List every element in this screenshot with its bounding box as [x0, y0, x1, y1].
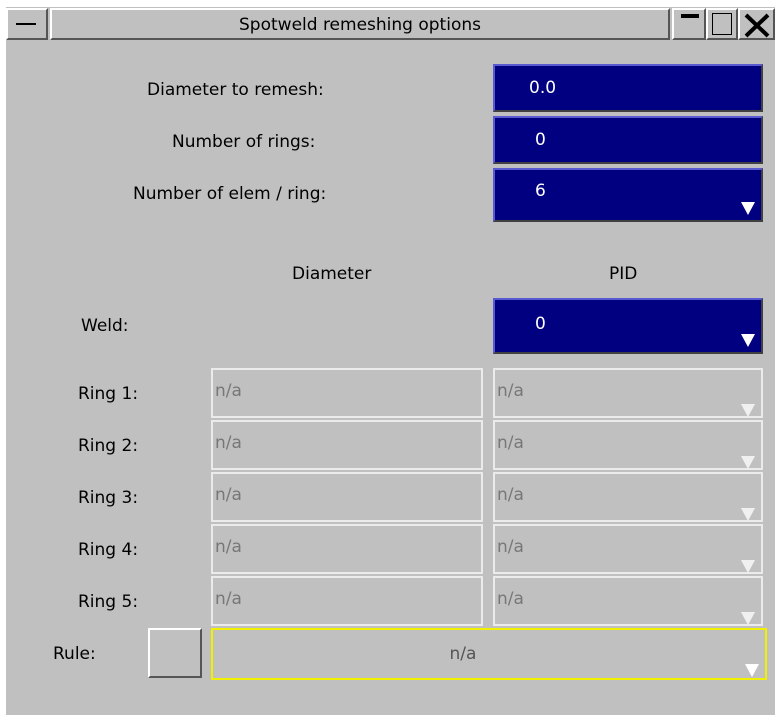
diameter-column-header: Diameter [292, 264, 372, 284]
ring-1-label: Ring 1: [78, 384, 139, 404]
weld-pid-dropdown[interactable]: 0 [493, 298, 763, 354]
ring-3-pid-dropdown[interactable]: n/a [493, 472, 763, 522]
ring-5-diameter-value: n/a [215, 589, 242, 609]
diameter-to-remesh-field[interactable]: 0.0 [493, 64, 763, 112]
ring-2-diameter-value: n/a [215, 433, 242, 453]
dropdown-arrow-icon [741, 404, 755, 417]
dropdown-arrow-icon [741, 334, 755, 347]
window-menu-icon[interactable] [6, 8, 48, 40]
ring-2-pid-dropdown[interactable]: n/a [493, 420, 763, 470]
number-of-elem-per-ring-value: 6 [535, 181, 546, 201]
ring-4-diameter-field[interactable]: n/a [211, 524, 483, 574]
number-of-elem-per-ring-dropdown[interactable]: 6 [493, 168, 763, 222]
ring-5-pid-value: n/a [497, 589, 524, 609]
dropdown-arrow-icon [741, 508, 755, 521]
spotweld-remesh-window: Spotweld remeshing options Diameter to r… [6, 6, 775, 715]
ring-4-pid-dropdown[interactable]: n/a [493, 524, 763, 574]
ring-4-diameter-value: n/a [215, 537, 242, 557]
dropdown-arrow-icon [741, 612, 755, 625]
dropdown-arrow-icon [741, 560, 755, 573]
title-bar: Spotweld remeshing options [6, 6, 775, 42]
ring-2-diameter-field[interactable]: n/a [211, 420, 483, 470]
number-of-rings-value: 0 [535, 130, 546, 150]
diameter-to-remesh-value: 0.0 [529, 78, 557, 98]
ring-5-label: Ring 5: [78, 592, 139, 612]
ring-4-pid-value: n/a [497, 537, 524, 557]
ring-5-diameter-field[interactable]: n/a [211, 576, 483, 626]
weld-label: Weld: [81, 316, 129, 336]
rule-dropdown[interactable]: n/a [211, 628, 767, 680]
ring-2-label: Ring 2: [78, 436, 139, 456]
pid-column-header: PID [609, 264, 638, 284]
ring-3-diameter-value: n/a [215, 485, 242, 505]
ring-1-pid-dropdown[interactable]: n/a [493, 368, 763, 418]
rule-toggle-button[interactable] [148, 628, 202, 678]
ring-3-diameter-field[interactable]: n/a [211, 472, 483, 522]
rule-value: n/a [449, 644, 477, 664]
rule-label: Rule: [53, 644, 96, 664]
ring-1-pid-value: n/a [497, 381, 524, 401]
dropdown-arrow-icon [741, 202, 755, 215]
minimize-icon[interactable] [672, 8, 706, 40]
number-of-rings-field[interactable]: 0 [493, 116, 763, 164]
maximize-icon[interactable] [706, 8, 738, 40]
ring-5-pid-dropdown[interactable]: n/a [493, 576, 763, 626]
weld-pid-value: 0 [535, 314, 546, 334]
window-title: Spotweld remeshing options [50, 8, 670, 40]
ring-3-pid-value: n/a [497, 485, 524, 505]
ring-1-diameter-value: n/a [215, 381, 242, 401]
number-of-rings-label: Number of rings: [172, 132, 316, 152]
diameter-to-remesh-label: Diameter to remesh: [147, 80, 324, 100]
close-icon[interactable] [738, 8, 775, 40]
number-of-elem-per-ring-label: Number of elem / ring: [133, 184, 327, 204]
dropdown-arrow-icon [741, 456, 755, 469]
dropdown-arrow-icon [745, 664, 759, 677]
ring-1-diameter-field[interactable]: n/a [211, 368, 483, 418]
ring-2-pid-value: n/a [497, 433, 524, 453]
ring-4-label: Ring 4: [78, 540, 139, 560]
ring-3-label: Ring 3: [78, 488, 139, 508]
